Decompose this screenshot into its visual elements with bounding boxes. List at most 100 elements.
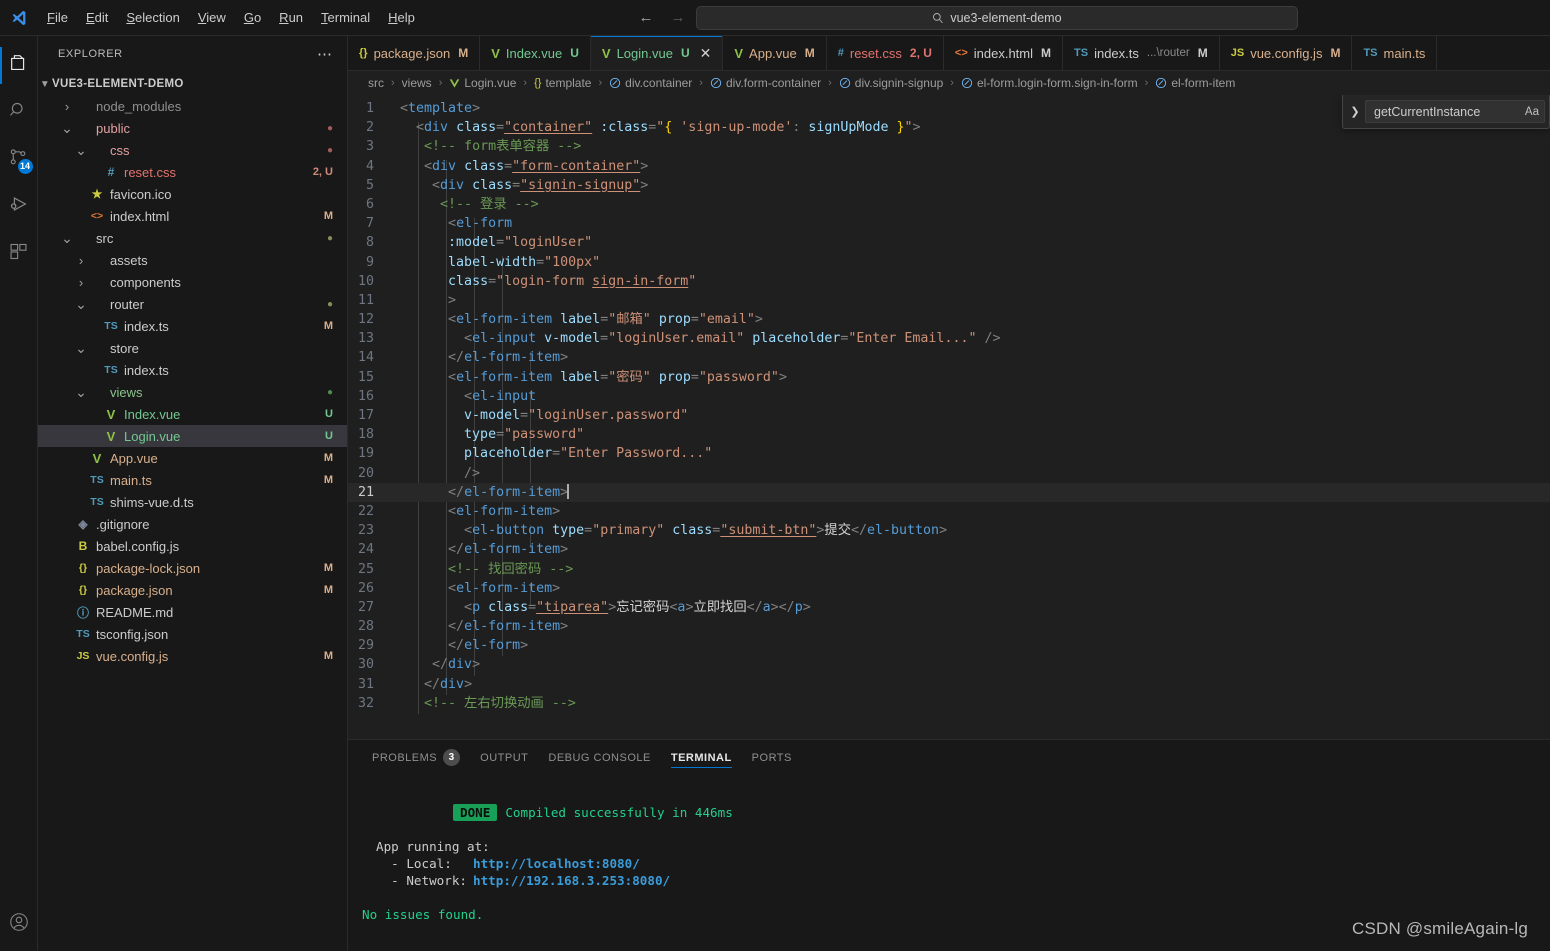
tree-item-index-vue[interactable]: V Index.vue U (38, 403, 347, 425)
sidebar-header: EXPLORER ⋯ (38, 36, 347, 71)
tree-item-index-ts[interactable]: TS index.ts (38, 359, 347, 381)
tree-item-store[interactable]: ⌄ store (38, 337, 347, 359)
tree-item-index-html[interactable]: <> index.html M (38, 205, 347, 227)
menu-file[interactable]: File (38, 5, 77, 31)
tree-item-label: vue.config.js (96, 648, 169, 664)
tree-item-assets[interactable]: › assets (38, 249, 347, 271)
tree-item-package-lock-json[interactable]: {} package-lock.json M (38, 557, 347, 579)
activity-item-account[interactable] (0, 904, 38, 951)
line-content: class="login-form sign-in-form" (448, 273, 697, 289)
network-url[interactable]: http://192.168.3.253:8080/ (473, 873, 670, 888)
tree-item-package-json[interactable]: {} package.json M (38, 579, 347, 601)
tree-root[interactable]: ▼ VUE3-ELEMENT-DEMO (38, 73, 347, 95)
tab-package-json[interactable]: {} package.json M (348, 36, 481, 70)
menu-run[interactable]: Run (270, 5, 312, 31)
tree-item--gitignore[interactable]: ◈ .gitignore (38, 513, 347, 535)
panel-tab-debug-console[interactable]: DEBUG CONSOLE (538, 740, 660, 775)
tab-vue-config-js[interactable]: JS vue.config.js M (1219, 36, 1353, 70)
chevron-right-icon[interactable]: ❯ (1345, 105, 1365, 118)
tab-decoration: M (1330, 46, 1341, 60)
tree-item-tsconfig-json[interactable]: TS tsconfig.json (38, 623, 347, 645)
menu-edit[interactable]: Edit (77, 5, 117, 31)
more-actions-icon[interactable]: ⋯ (317, 45, 339, 63)
tree-item-css[interactable]: ⌄ css ● (38, 139, 347, 161)
tree-item-label: index.html (110, 208, 170, 224)
match-case-icon[interactable]: Aa (1525, 106, 1539, 118)
breadcrumb-item[interactable]: {} template (532, 76, 593, 90)
activity-item-run-and-debug[interactable] (0, 183, 38, 230)
line-content: /> (464, 465, 481, 481)
chevron-down-icon: ⌄ (75, 384, 87, 400)
tree-item-label: store (110, 340, 139, 356)
tree-item-router[interactable]: ⌄ router ● (38, 293, 347, 315)
breadcrumb-item[interactable]: Login.vue (447, 76, 518, 90)
tree-item-app-vue[interactable]: V App.vue M (38, 447, 347, 469)
close-icon[interactable]: ✕ (700, 46, 712, 60)
tree-item-shims-vue-d-ts[interactable]: TS shims-vue.d.ts (38, 491, 347, 513)
panel-tab-ports[interactable]: PORTS (742, 740, 802, 775)
activity-item-source-control[interactable]: 14 (0, 136, 38, 183)
arrow-left-icon[interactable]: ← (638, 9, 654, 26)
quick-input-search[interactable]: vue3-element-demo (695, 5, 1298, 30)
menu-help[interactable]: Help (379, 5, 424, 31)
tree-item-readme-md[interactable]: ⓘ README.md (38, 601, 347, 623)
tab-file-icon: V (734, 45, 744, 61)
symbol-field-icon (609, 77, 621, 89)
tab-index-vue[interactable]: V Index.vue U (480, 36, 591, 70)
line-number: 11 (357, 292, 374, 308)
tree-item-label: .gitignore (96, 516, 150, 532)
activity-item-explorer[interactable] (0, 42, 38, 89)
tree-item-vue-config-js[interactable]: JS vue.config.js M (38, 645, 347, 667)
code-line: 21 </el-form-item> (348, 482, 1550, 502)
panel-tab-problems[interactable]: PROBLEMS 3 (362, 740, 470, 775)
tree-item-views[interactable]: ⌄ views ● (38, 381, 347, 403)
line-content: <el-form-item> (448, 580, 561, 596)
menu-bar: File Edit Selection View Go Run Terminal… (38, 5, 424, 31)
tree-item-babel-config-js[interactable]: Bbabel.config.js (38, 535, 347, 557)
title-bar: File Edit Selection View Go Run Terminal… (0, 0, 1550, 36)
find-input[interactable]: getCurrentInstance Aa (1365, 100, 1545, 123)
tab-reset-css[interactable]: # reset.css 2, U (826, 36, 944, 70)
breadcrumb-item[interactable]: el-form.login-form.sign-in-form (959, 76, 1140, 90)
line-content: <!-- 左右切换动画 --> (424, 695, 576, 711)
panel-tab-output[interactable]: OUTPUT (470, 740, 538, 775)
activity-item-search[interactable] (0, 89, 38, 136)
find-widget[interactable]: ❯ getCurrentInstance Aa (1342, 95, 1550, 129)
line-content: <el-button type="primary" class="submit-… (464, 523, 948, 539)
panel-tab-terminal[interactable]: TERMINAL (661, 740, 742, 775)
breadcrumb-item[interactable]: div.form-container (708, 76, 823, 90)
breadcrumb-item[interactable]: src (366, 76, 386, 90)
breadcrumb-item[interactable]: views (400, 76, 434, 90)
tab-file-icon: V (491, 45, 500, 61)
tree-item-favicon-ico[interactable]: ★ favicon.ico (38, 183, 347, 205)
tree-item-login-vue[interactable]: V Login.vue U (38, 425, 347, 447)
activity-item-extensions[interactable] (0, 230, 38, 277)
menu-go[interactable]: Go (235, 5, 270, 31)
tab-decoration: U (570, 46, 579, 60)
tree-item-main-ts[interactable]: TS main.ts M (38, 469, 347, 491)
tree-item-public[interactable]: ⌄ public ● (38, 117, 347, 139)
tree-item-src[interactable]: ⌄ src ● (38, 227, 347, 249)
tab-index-html[interactable]: <> index.html M (943, 36, 1064, 70)
breadcrumb-item[interactable]: div.container (607, 76, 694, 90)
breadcrumb-item[interactable]: el-form-item (1153, 76, 1237, 90)
menu-view[interactable]: View (189, 5, 235, 31)
line-number: 29 (357, 638, 374, 654)
menu-selection[interactable]: Selection (117, 5, 188, 31)
local-url[interactable]: http://localhost:8080/ (473, 856, 640, 871)
tab-app-vue[interactable]: V App.vue M (723, 36, 827, 70)
tree-item-node-modules[interactable]: › node_modules (38, 95, 347, 117)
line-number: 6 (365, 196, 374, 212)
menu-terminal[interactable]: Terminal (312, 5, 379, 31)
tree-item-components[interactable]: › components (38, 271, 347, 293)
tree-item-index-ts[interactable]: TS index.ts M (38, 315, 347, 337)
arrow-right-icon[interactable]: → (670, 9, 686, 26)
tab-main-ts[interactable]: TS main.ts (1352, 36, 1438, 70)
tab-login-vue[interactable]: V Login.vue U ✕ (590, 36, 724, 70)
code-line: 22 <el-form-item> (348, 502, 1550, 521)
tab-index-ts[interactable]: TS index.ts ...\router M (1063, 36, 1220, 70)
tree-item-reset-css[interactable]: # reset.css 2, U (38, 161, 347, 183)
breadcrumb-item[interactable]: div.signin-signup (837, 76, 946, 90)
code-editor[interactable]: 1 <template> 2 <div class="container" :cla… (348, 95, 1550, 739)
symbol-field-icon (1155, 77, 1167, 89)
